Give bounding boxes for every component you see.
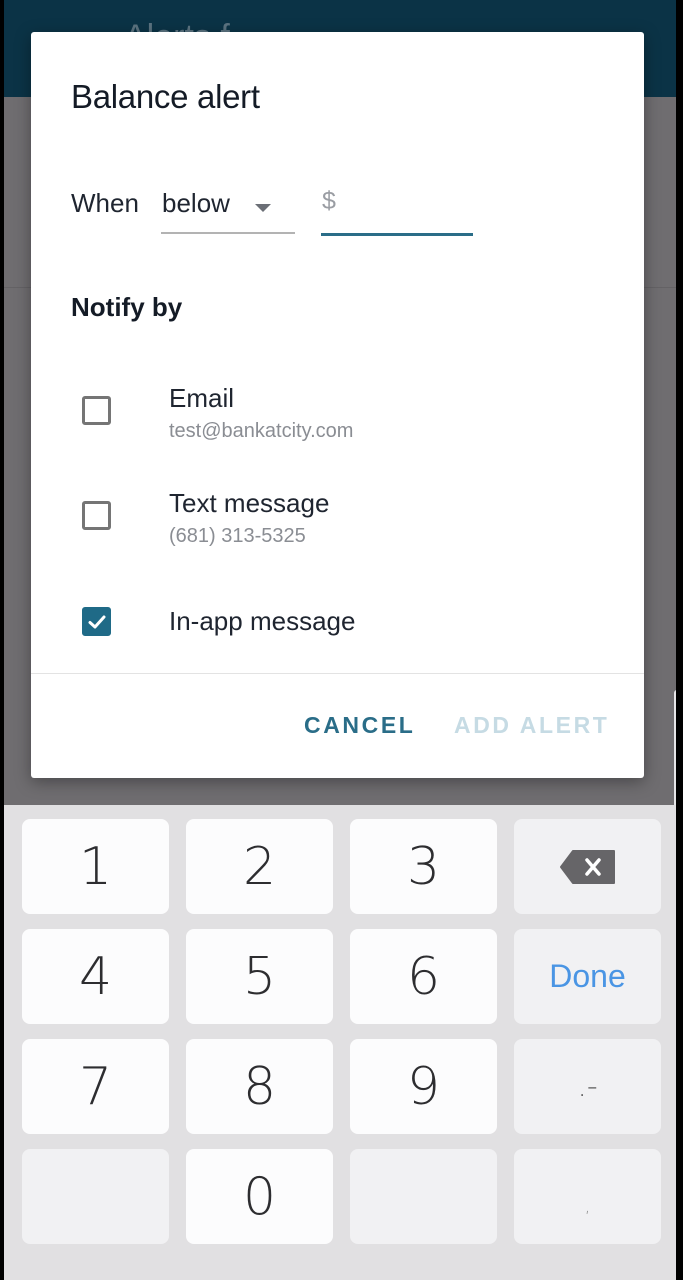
key-8[interactable]: 8 — [186, 1039, 333, 1134]
key-label: 7 — [78, 1056, 113, 1117]
actions-divider — [31, 673, 644, 674]
key-label: 4 — [78, 946, 113, 1007]
backspace-icon — [559, 849, 615, 884]
in-app-checkbox[interactable] — [82, 607, 111, 636]
key-4[interactable]: 4 — [22, 929, 169, 1024]
comma-key[interactable]: , — [514, 1149, 661, 1244]
option-label: In-app message — [169, 606, 356, 636]
key-3[interactable]: 3 — [350, 819, 497, 914]
dialog-title: Balance alert — [71, 78, 260, 115]
key-2[interactable]: 2 — [186, 819, 333, 914]
notify-option-text-message[interactable]: Text message (681) 313-5325 — [71, 484, 611, 564]
comma-label: , — [584, 1196, 591, 1217]
dropdown-arrow-icon — [255, 204, 271, 212]
key-1[interactable]: 1 — [22, 819, 169, 914]
key-0[interactable]: 0 — [186, 1149, 333, 1244]
key-label: 5 — [242, 946, 277, 1007]
done-label: Done — [549, 958, 626, 994]
key-5[interactable]: 5 — [186, 929, 333, 1024]
key-label: 1 — [78, 836, 113, 897]
key-label: 3 — [406, 836, 441, 897]
condition-dropdown[interactable]: below — [161, 182, 295, 234]
text-message-checkbox[interactable] — [82, 501, 111, 530]
add-alert-button[interactable]: ADD ALERT — [454, 712, 609, 739]
symbols-label: .- — [577, 1069, 598, 1104]
when-label: When — [71, 188, 139, 218]
currency-prefix: $ — [322, 187, 336, 215]
key-label: 6 — [406, 946, 441, 1007]
numeric-keyboard: 1 2 3 4 5 6 Done 7 8 9 .- 0 , — [4, 805, 676, 1280]
checkmark-icon — [88, 615, 106, 629]
key-label: 0 — [242, 1166, 277, 1227]
notify-option-in-app[interactable]: In-app message — [71, 592, 611, 672]
blank-key-right — [350, 1149, 497, 1244]
key-7[interactable]: 7 — [22, 1039, 169, 1134]
key-9[interactable]: 9 — [350, 1039, 497, 1134]
key-label: 9 — [406, 1056, 441, 1117]
key-label: 2 — [242, 836, 277, 897]
email-checkbox[interactable] — [82, 396, 111, 425]
amount-input[interactable] — [347, 186, 467, 226]
symbols-key[interactable]: .- — [514, 1039, 661, 1134]
option-label: Email — [169, 383, 235, 413]
option-detail: test@bankatcity.com — [169, 420, 354, 442]
cancel-button[interactable]: CANCEL — [304, 712, 415, 739]
amount-field[interactable]: $ — [321, 182, 473, 236]
done-key[interactable]: Done — [514, 929, 661, 1024]
option-label: Text message — [169, 488, 330, 518]
balance-alert-dialog: Balance alert When below $ Notify by Ema… — [31, 32, 644, 778]
key-label: 8 — [242, 1056, 277, 1117]
condition-dropdown-value: below — [162, 188, 230, 218]
notify-option-email[interactable]: Email test@bankatcity.com — [71, 380, 611, 460]
backspace-key[interactable] — [514, 819, 661, 914]
option-detail: (681) 313-5325 — [169, 525, 306, 547]
key-6[interactable]: 6 — [350, 929, 497, 1024]
blank-key-left — [22, 1149, 169, 1244]
notify-by-heading: Notify by — [71, 292, 183, 322]
